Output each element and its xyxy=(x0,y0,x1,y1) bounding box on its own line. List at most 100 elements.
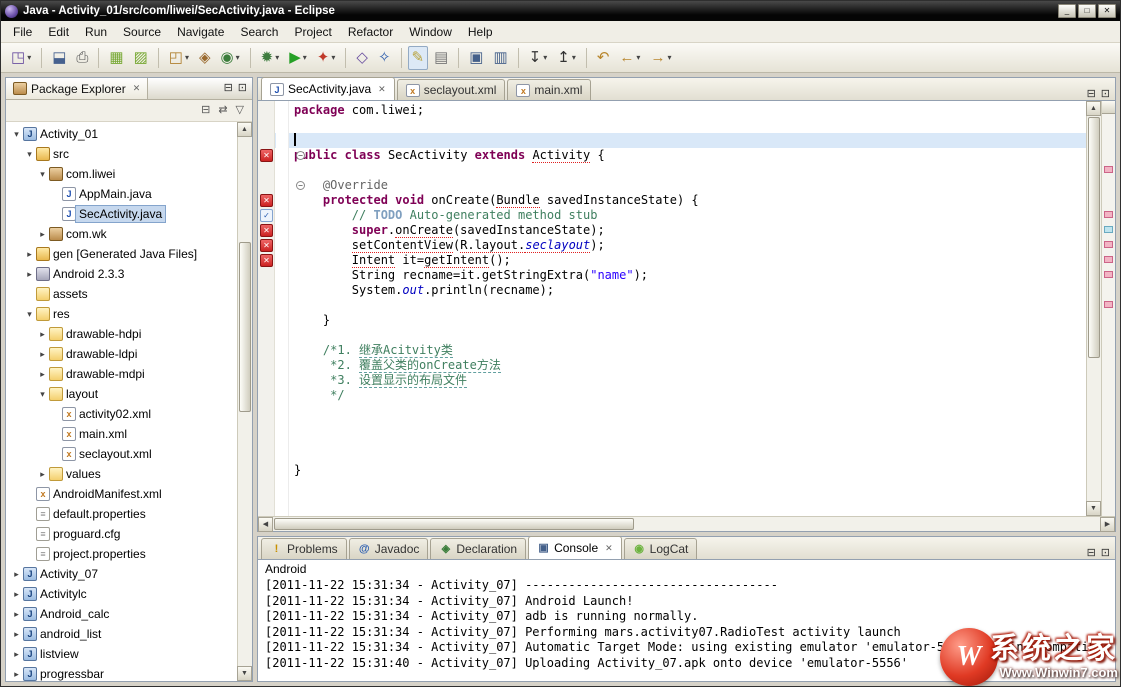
editor-tab-secactivity-java[interactable]: JSecActivity.java✕ xyxy=(261,77,395,100)
tree-item-assets[interactable]: assets xyxy=(6,284,252,304)
new-java-package-button[interactable]: ◈ xyxy=(195,46,215,70)
tree-expander-icon[interactable]: ▸ xyxy=(36,229,49,240)
link-with-editor-icon[interactable]: ⇄ xyxy=(218,105,227,116)
tree-expander-icon[interactable]: ▸ xyxy=(36,369,49,380)
tree-item-android-list[interactable]: ▸Jandroid_list xyxy=(6,624,252,644)
menu-project[interactable]: Project xyxy=(286,22,339,42)
close-view-icon[interactable]: ✕ xyxy=(133,83,141,94)
show-console-view-button[interactable]: ▣ xyxy=(465,46,487,70)
code-line[interactable]: *3. 设置显示的布局文件 xyxy=(258,373,1086,388)
run-external-tools-button[interactable]: ✦▾ xyxy=(313,46,340,70)
dropdown-arrow-icon[interactable]: ▾ xyxy=(275,53,279,62)
tree-expander-icon[interactable]: ▸ xyxy=(10,609,23,620)
dropdown-arrow-icon[interactable]: ▾ xyxy=(303,53,307,62)
tree-vertical-scrollbar[interactable]: ▲ ▼ xyxy=(237,122,252,681)
back-button[interactable]: ←▾ xyxy=(615,46,644,70)
code-line[interactable]: String recname=it.getStringExtra("name")… xyxy=(258,268,1086,283)
maximize-view-icon[interactable]: ⊡ xyxy=(238,83,247,94)
menu-search[interactable]: Search xyxy=(232,22,286,42)
fold-collapse-icon[interactable]: − xyxy=(296,181,305,190)
code-line[interactable]: */ xyxy=(258,388,1086,403)
code-line[interactable]: Intent it=getIntent(); xyxy=(258,253,1086,268)
tree-expander-icon[interactable]: ▸ xyxy=(23,249,36,260)
error-overview-marker[interactable] xyxy=(1104,166,1113,173)
tree-item-drawable-ldpi[interactable]: ▸drawable-ldpi xyxy=(6,344,252,364)
tree-item-drawable-hdpi[interactable]: ▸drawable-hdpi xyxy=(6,324,252,344)
code-line[interactable]: public class SecActivity extends Activit… xyxy=(258,148,1086,163)
collapse-all-icon[interactable]: ⊟ xyxy=(201,105,210,116)
view-menu-icon[interactable]: ▽ xyxy=(236,105,244,116)
tree-expander-icon[interactable]: ▸ xyxy=(23,269,36,280)
menu-window[interactable]: Window xyxy=(401,22,460,42)
tree-expander-icon[interactable]: ▸ xyxy=(10,649,23,660)
task-overview-marker[interactable] xyxy=(1104,226,1113,233)
editor-vertical-scrollbar[interactable]: ▲ ▼ xyxy=(1086,101,1101,516)
code-line[interactable]: super.onCreate(savedInstanceState); xyxy=(258,223,1086,238)
menu-file[interactable]: File xyxy=(5,22,40,42)
tree-expander-icon[interactable]: ▾ xyxy=(10,129,23,140)
code-line[interactable] xyxy=(258,118,1086,133)
tree-item-androidmanifest-xml[interactable]: xAndroidManifest.xml xyxy=(6,484,252,504)
scroll-down-icon[interactable]: ▼ xyxy=(1086,501,1101,516)
print-button[interactable]: ⎙ xyxy=(72,46,92,70)
tree-item-secactivity-java[interactable]: JSecActivity.java xyxy=(6,204,252,224)
maximize-console-icon[interactable]: ⊡ xyxy=(1101,548,1110,559)
overview-header-icon[interactable] xyxy=(1102,101,1115,114)
editor-horizontal-scrollbar[interactable]: ◀ ▶ xyxy=(258,516,1115,531)
dropdown-arrow-icon[interactable]: ▾ xyxy=(27,53,31,62)
code-line[interactable]: *2. 覆盖父类的onCreate方法 xyxy=(258,358,1086,373)
minimize-view-icon[interactable]: ⊟ xyxy=(224,83,233,94)
tree-item-com-liwei[interactable]: ▾com.liwei xyxy=(6,164,252,184)
code-line[interactable] xyxy=(258,133,1086,148)
tree-expander-icon[interactable]: ▸ xyxy=(10,669,23,680)
tree-expander-icon[interactable]: ▸ xyxy=(36,329,49,340)
code-line[interactable]: System.out.println(recname); xyxy=(258,283,1086,298)
tree-expander-icon[interactable]: ▾ xyxy=(36,169,49,180)
dropdown-arrow-icon[interactable]: ▾ xyxy=(331,53,335,62)
tree-expander-icon[interactable]: ▸ xyxy=(10,589,23,600)
scroll-right-icon[interactable]: ▶ xyxy=(1100,517,1115,532)
folding-ruler[interactable]: −− xyxy=(276,101,289,516)
dropdown-arrow-icon[interactable]: ▾ xyxy=(572,53,576,62)
search-button[interactable]: ✧ xyxy=(374,46,395,70)
show-annotations-button[interactable]: ▤ xyxy=(430,46,452,70)
console-tab-javadoc[interactable]: @Javadoc xyxy=(349,538,429,559)
console-tab-console[interactable]: ▣Console✕ xyxy=(528,536,622,559)
tree-item-values[interactable]: ▸values xyxy=(6,464,252,484)
tree-expander-icon[interactable]: ▾ xyxy=(36,389,49,400)
minimize-console-icon[interactable]: ⊟ xyxy=(1087,548,1096,559)
code-area[interactable]: ✕✕✓✕✕✕ −− package com.liwei;public class… xyxy=(258,101,1086,516)
code-line[interactable]: package com.liwei; xyxy=(258,103,1086,118)
dropdown-arrow-icon[interactable]: ▾ xyxy=(236,53,240,62)
fold-collapse-icon[interactable]: − xyxy=(296,151,305,160)
close-window-button[interactable]: ✕ xyxy=(1098,4,1116,18)
code-line[interactable] xyxy=(258,328,1086,343)
show-outline-view-button[interactable]: ▥ xyxy=(489,46,511,70)
menu-run[interactable]: Run xyxy=(77,22,115,42)
code-line[interactable]: setContentView(R.layout.seclayout); xyxy=(258,238,1086,253)
error-overview-marker[interactable] xyxy=(1104,211,1113,218)
code-line[interactable] xyxy=(258,448,1086,463)
error-marker-icon[interactable]: ✕ xyxy=(260,239,273,252)
console-tab-logcat[interactable]: ◉LogCat xyxy=(624,538,698,559)
tree-item-main-xml[interactable]: xmain.xml xyxy=(6,424,252,444)
scroll-thumb[interactable] xyxy=(274,518,634,530)
dropdown-arrow-icon[interactable]: ▾ xyxy=(667,53,671,62)
maximize-window-button[interactable]: □ xyxy=(1078,4,1096,18)
code-line[interactable] xyxy=(258,403,1086,418)
code-line[interactable] xyxy=(258,298,1086,313)
tree-item-android-2-3-3[interactable]: ▸Android 2.3.3 xyxy=(6,264,252,284)
tree-item-activity02-xml[interactable]: xactivity02.xml xyxy=(6,404,252,424)
error-marker-icon[interactable]: ✕ xyxy=(260,194,273,207)
task-marker-icon[interactable]: ✓ xyxy=(260,209,273,222)
tree-item-layout[interactable]: ▾layout xyxy=(6,384,252,404)
tree-item-activitylc[interactable]: ▸JActivitylc xyxy=(6,584,252,604)
minimize-window-button[interactable]: _ xyxy=(1058,4,1076,18)
tree-expander-icon[interactable]: ▸ xyxy=(10,569,23,580)
tree-expander-icon[interactable]: ▸ xyxy=(36,349,49,360)
error-overview-marker[interactable] xyxy=(1104,271,1113,278)
dropdown-arrow-icon[interactable]: ▾ xyxy=(185,53,189,62)
code-line[interactable]: } xyxy=(258,463,1086,478)
tree-item-progressbar[interactable]: ▸Jprogressbar xyxy=(6,664,252,681)
tree-expander-icon[interactable]: ▸ xyxy=(36,469,49,480)
